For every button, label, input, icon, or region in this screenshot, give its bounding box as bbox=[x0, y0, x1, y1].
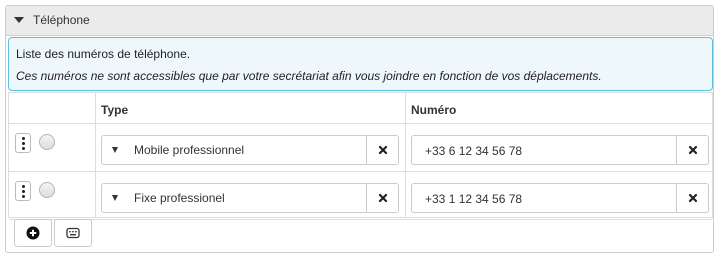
keyboard-icon bbox=[66, 227, 80, 239]
number-input[interactable]: +33 1 12 34 56 78 bbox=[411, 183, 709, 213]
add-row-button[interactable] bbox=[14, 219, 52, 247]
panel-title: Téléphone bbox=[33, 13, 90, 27]
keyboard-button[interactable] bbox=[54, 219, 92, 247]
telephone-panel: Téléphone Liste des numéros de téléphone… bbox=[5, 5, 714, 253]
column-header-number: Numéro bbox=[411, 103, 457, 117]
clear-number-button[interactable] bbox=[676, 136, 708, 164]
caret-down-icon bbox=[112, 147, 118, 153]
type-select-value: Mobile professionnel bbox=[134, 143, 245, 157]
close-icon bbox=[688, 145, 697, 155]
info-box: Liste des numéros de téléphone. Ces numé… bbox=[8, 37, 713, 91]
clear-number-button[interactable] bbox=[676, 184, 708, 212]
clear-type-button[interactable] bbox=[366, 184, 398, 212]
type-select[interactable]: Fixe professionel bbox=[101, 183, 399, 213]
clear-type-button[interactable] bbox=[366, 136, 398, 164]
row-drag-handle-icon[interactable] bbox=[15, 181, 31, 201]
info-text: Liste des numéros de téléphone. bbox=[16, 47, 191, 61]
number-input[interactable]: +33 6 12 34 56 78 bbox=[411, 135, 709, 165]
row-radio[interactable] bbox=[39, 182, 55, 198]
plus-circle-icon bbox=[26, 226, 40, 240]
row-radio[interactable] bbox=[39, 134, 55, 150]
panel-header[interactable]: Téléphone bbox=[6, 6, 713, 36]
caret-down-icon bbox=[112, 195, 118, 201]
info-note: Ces numéros ne sont accessibles que par … bbox=[16, 69, 602, 83]
type-select-value: Fixe professionel bbox=[134, 191, 225, 205]
close-icon bbox=[378, 145, 387, 155]
row-drag-handle-icon[interactable] bbox=[15, 133, 31, 153]
close-icon bbox=[688, 193, 697, 203]
phone-table: Type Numéro Mobile professionnel +33 6 1… bbox=[8, 92, 713, 220]
column-header-type: Type bbox=[101, 103, 129, 117]
number-input-value: +33 6 12 34 56 78 bbox=[425, 144, 523, 158]
collapse-triangle-icon[interactable] bbox=[14, 17, 24, 23]
type-select[interactable]: Mobile professionnel bbox=[101, 135, 399, 165]
close-icon bbox=[378, 193, 387, 203]
number-input-value: +33 1 12 34 56 78 bbox=[425, 192, 523, 206]
